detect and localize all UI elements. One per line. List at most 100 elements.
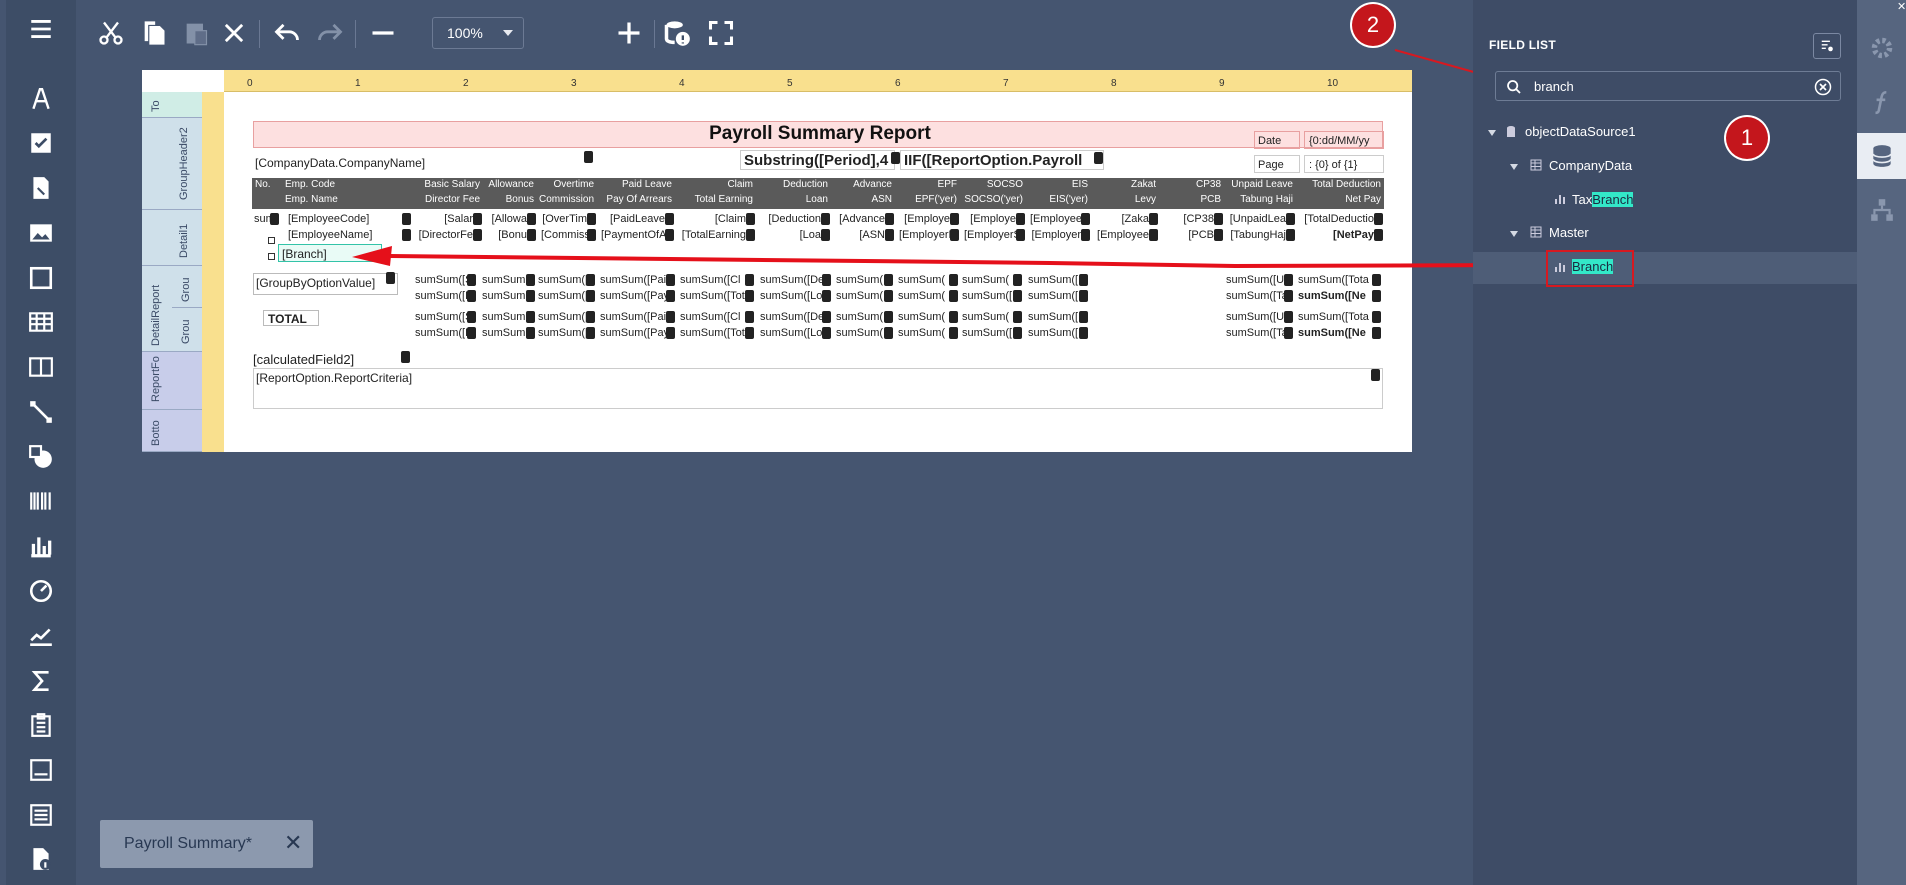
summary-tool-icon[interactable] — [6, 662, 76, 700]
detail-field[interactable]: sum — [254, 213, 270, 227]
detail-field[interactable]: [TotalEarning — [679, 229, 746, 243]
column-header-cell[interactable]: Overtime — [539, 179, 597, 193]
summary-field[interactable]: sumSum([Tot — [680, 327, 747, 341]
detail-field[interactable]: [DirectorFe — [416, 229, 473, 243]
summary-field[interactable]: sumSum([Paid — [600, 311, 668, 325]
band-detail[interactable]: Detail1 — [142, 210, 202, 266]
column-header-cell[interactable]: EIS('yer) — [1028, 194, 1091, 208]
summary-field[interactable]: sumSum( — [898, 274, 951, 288]
tree-node-company-data[interactable]: CompanyData — [1549, 158, 1632, 173]
detail-field[interactable]: [TabungHaj — [1228, 229, 1286, 243]
gauge-tool-icon[interactable] — [6, 572, 76, 610]
shape-tool-icon[interactable] — [6, 259, 76, 297]
rich-text-tool-icon[interactable] — [6, 169, 76, 207]
column-header-cell[interactable]: Tabung Haji — [1226, 194, 1296, 208]
column-header-cell[interactable]: PCB — [1161, 194, 1224, 208]
summary-field[interactable]: sumSum([De — [760, 311, 824, 325]
summary-field[interactable]: sumSum([Tota — [1298, 274, 1374, 288]
column-header-cell[interactable]: Basic Salary — [414, 179, 483, 193]
character-comb-tool-icon[interactable] — [6, 348, 76, 386]
column-header-cell[interactable]: Total Deduction — [1298, 179, 1384, 193]
report-title[interactable]: Payroll Summary Report — [600, 123, 1040, 145]
detail-field[interactable]: [UnpaidLea — [1228, 213, 1286, 227]
summary-field[interactable]: sumSum([S — [415, 311, 469, 325]
band-group-footer-1[interactable]: Grou — [172, 266, 202, 308]
band-bottom-margin[interactable]: Botto — [142, 410, 202, 452]
detail-field[interactable]: [Loa — [760, 229, 821, 243]
detail-field[interactable]: [Commiss — [541, 229, 587, 243]
summary-field[interactable]: sumSum( — [898, 311, 951, 325]
page-value[interactable]: : {0} of {1} — [1304, 155, 1384, 173]
detail-field[interactable]: [ASN — [835, 229, 885, 243]
summary-field[interactable]: sumSum([ — [1028, 327, 1081, 341]
summary-field[interactable]: sumSum([ — [1028, 274, 1081, 288]
summary-field[interactable]: sumSum([S — [415, 274, 469, 288]
document-tab[interactable]: Payroll Summary* ✕ — [100, 820, 313, 868]
detail-field[interactable]: [Deduction — [760, 213, 821, 227]
band-top-margin[interactable]: To — [142, 92, 202, 118]
summary-field[interactable]: sumSum( — [898, 290, 951, 304]
detail-field[interactable]: [EmployeeName] — [284, 229, 402, 243]
summary-field[interactable]: sumSum([De — [760, 274, 824, 288]
summary-field[interactable]: sumSum([ — [538, 290, 588, 304]
summary-field[interactable]: sumSum([ — [1028, 311, 1081, 325]
column-header-cell[interactable]: Loan — [758, 194, 831, 208]
column-header-cell[interactable]: Allowance — [485, 179, 537, 193]
column-header-cell[interactable]: Net Pay — [1298, 194, 1384, 208]
close-icon[interactable]: ✕ — [284, 830, 302, 856]
column-header-cell[interactable]: Commission — [539, 194, 597, 208]
summary-field[interactable]: sumSum([ — [538, 274, 588, 288]
gear-icon[interactable] — [1857, 26, 1906, 70]
sparkline-tool-icon[interactable] — [6, 617, 76, 655]
summary-field[interactable]: sumSum([ — [482, 327, 528, 341]
fullscreen-icon[interactable] — [702, 14, 740, 52]
detail-field[interactable]: [EmployerS — [964, 229, 1016, 243]
detail-field[interactable]: [Employe — [964, 213, 1016, 227]
summary-field[interactable]: sumSum([Cl — [680, 274, 747, 288]
summary-field[interactable]: sumSum([ — [1028, 290, 1081, 304]
summary-field[interactable]: sumSum( — [836, 327, 886, 341]
zoom-out-icon[interactable] — [364, 14, 402, 52]
delete-icon[interactable] — [215, 14, 253, 52]
band-group-footer-2[interactable]: Grou — [172, 308, 202, 352]
detail-field[interactable]: [Employee — [1095, 229, 1149, 243]
column-header-cell[interactable]: CP38 — [1161, 179, 1224, 193]
summary-field[interactable]: sumSum( — [836, 274, 886, 288]
detail-field[interactable]: [Employer — [1030, 229, 1081, 243]
band-detail-report[interactable]: DetailReport — [142, 266, 172, 352]
detail-field[interactable]: [Employee — [1030, 213, 1081, 227]
summary-field[interactable]: sumSum([ — [538, 327, 588, 341]
summary-field[interactable]: sumSum([E — [962, 290, 1015, 304]
detail-field[interactable]: [Salar — [416, 213, 473, 227]
column-header-cell[interactable]: ASN — [833, 194, 895, 208]
chart-tool-icon[interactable] — [6, 527, 76, 565]
summary-field[interactable]: sumSum( — [898, 327, 951, 341]
menu-icon[interactable] — [6, 10, 76, 48]
table-of-contents-tool-icon[interactable] — [6, 796, 76, 834]
line-tool-icon[interactable] — [6, 393, 76, 431]
column-header-cell[interactable]: Emp. Name — [282, 194, 412, 208]
summary-field[interactable]: sumSum([Lo — [760, 290, 824, 304]
summary-field[interactable]: sumSum([Lo — [760, 327, 824, 341]
column-header-cell[interactable]: Claim — [677, 179, 756, 193]
picture-tool-icon[interactable] — [6, 214, 76, 252]
expression-function-icon[interactable] — [1857, 80, 1906, 124]
column-header-cell[interactable]: Levy — [1093, 194, 1159, 208]
copy-icon[interactable] — [135, 14, 173, 52]
detail-field[interactable]: [PCB — [1163, 229, 1214, 243]
selection-handle[interactable] — [268, 237, 275, 244]
summary-field[interactable]: sumSum([ — [482, 311, 528, 325]
summary-field[interactable]: sumSum( — [836, 311, 886, 325]
report-explorer-icon[interactable] — [1857, 188, 1906, 232]
detail-field[interactable]: [Claim — [679, 213, 746, 227]
detail-field[interactable]: [Zaka — [1095, 213, 1149, 227]
summary-field[interactable]: sumSum([Pay — [600, 290, 668, 304]
summary-field[interactable]: sumSum([D — [415, 290, 469, 304]
page-info-tool-icon[interactable] — [6, 706, 76, 744]
summary-field[interactable]: sumSum([D — [415, 327, 469, 341]
checkbox-tool-icon[interactable] — [6, 124, 76, 162]
summary-field[interactable]: sumSum( — [836, 290, 886, 304]
tree-node-data-source[interactable]: objectDataSource1 — [1525, 124, 1636, 139]
detail-field[interactable]: [CP38 — [1163, 213, 1214, 227]
detail-field[interactable]: [PaymentOfAr — [601, 229, 665, 243]
